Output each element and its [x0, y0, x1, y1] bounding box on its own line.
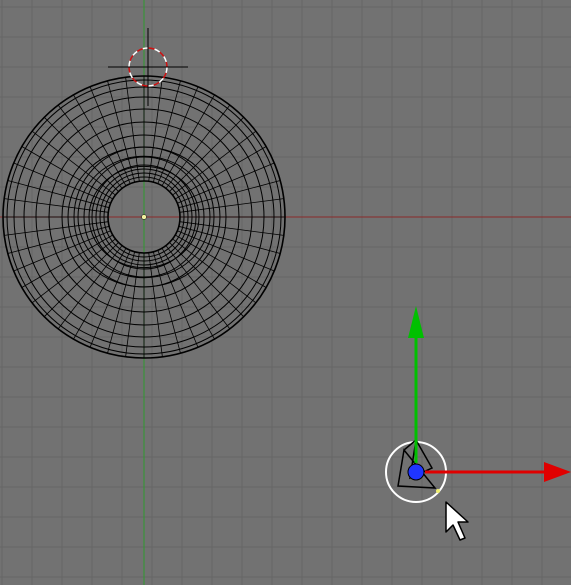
- mouse-pointer-icon: [445, 501, 469, 541]
- 3d-viewport[interactable]: [0, 0, 571, 585]
- viewport-canvas[interactable]: [0, 0, 571, 585]
- torus-origin-dot: [141, 214, 147, 220]
- gizmo-center-dot[interactable]: [407, 463, 425, 481]
- 3d-cursor-icon[interactable]: [108, 28, 188, 106]
- translate-x-arrow-icon[interactable]: [425, 462, 571, 482]
